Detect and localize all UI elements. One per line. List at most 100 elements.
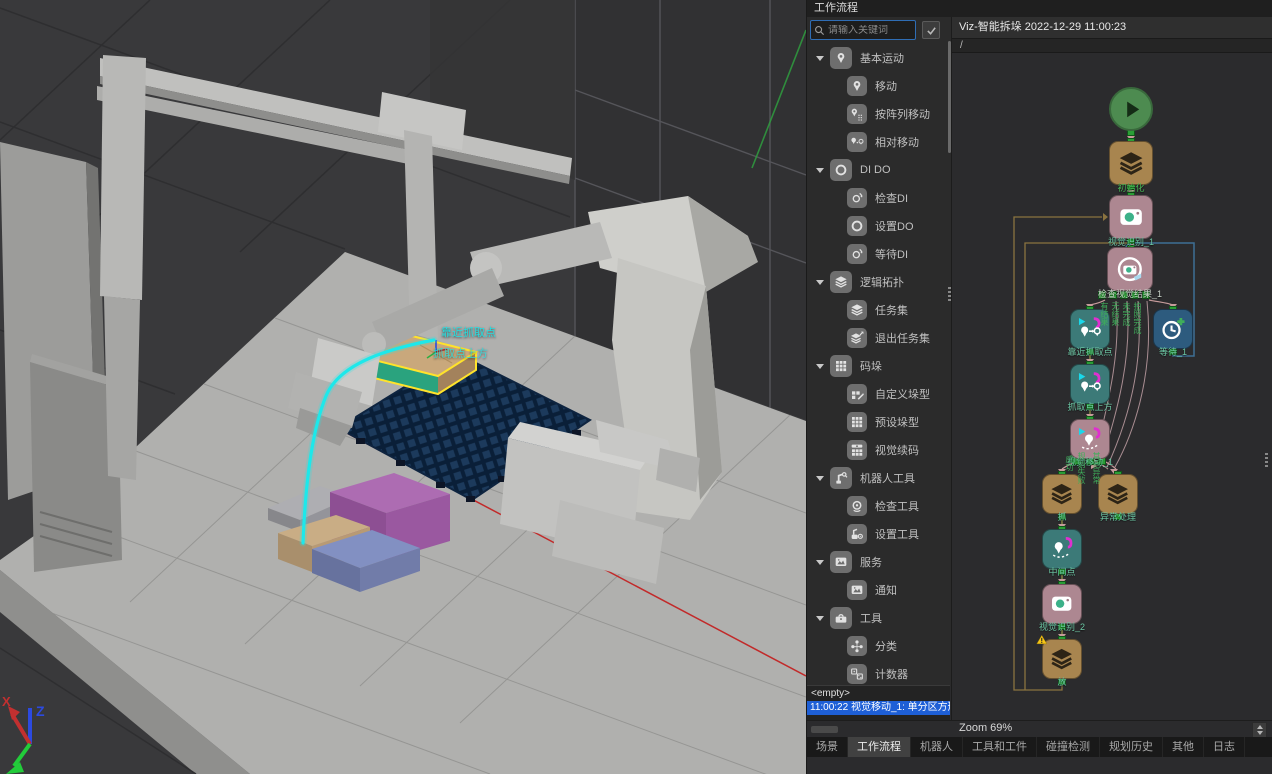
- tree-item[interactable]: 自定义垛型: [807, 380, 948, 408]
- tab-场景[interactable]: 场景: [807, 737, 848, 757]
- collapse-triangle-icon[interactable]: [816, 560, 824, 565]
- tree-item[interactable]: 退出任务集: [807, 324, 948, 352]
- flow-node-mid-point[interactable]: 中间点: [1042, 529, 1082, 569]
- palletv-icon: [847, 440, 867, 460]
- project-title: Viz-智能拆垛 2022-12-29 11:00:23: [952, 17, 1272, 38]
- warning-icon: [1036, 633, 1052, 649]
- application-window: Z X 靠近抓取点抓取点上方 工作流程: [0, 0, 1272, 774]
- tab-碰撞检测[interactable]: 碰撞检测: [1037, 737, 1100, 757]
- tab-规划历史[interactable]: 规划历史: [1100, 737, 1163, 757]
- tree-group[interactable]: 服务: [807, 548, 948, 576]
- palletc-icon: [847, 384, 867, 404]
- tab-其他[interactable]: 其他: [1163, 737, 1204, 757]
- tree-group[interactable]: 码垛: [807, 352, 948, 380]
- flow-node-above-pick[interactable]: 抓取点上方: [1070, 364, 1110, 404]
- tree-group[interactable]: 基本运动: [807, 44, 948, 72]
- collapse-triangle-icon[interactable]: [816, 364, 824, 369]
- tree-item[interactable]: 任务集: [807, 296, 948, 324]
- tree-item-label: 设置DO: [875, 218, 914, 234]
- collapse-triangle-icon[interactable]: [816, 168, 824, 173]
- tree-item-label: 分类: [875, 638, 897, 654]
- counter-icon: [847, 664, 867, 684]
- tree-item[interactable]: 设置工具: [807, 520, 948, 548]
- layers-icon: [830, 271, 852, 293]
- tree-item[interactable]: 预设垛型: [807, 408, 948, 436]
- collapse-triangle-icon[interactable]: [816, 280, 824, 285]
- flowchart-column: Viz-智能拆垛 2022-12-29 11:00:23 /: [951, 17, 1272, 720]
- tree-item-label: 通知: [875, 582, 897, 598]
- flow-node-grab[interactable]: 抓: [1042, 474, 1082, 514]
- tree-item-label: 任务集: [875, 302, 908, 318]
- flow-node-check-vision[interactable]: 检查视觉结果_1: [1107, 247, 1153, 291]
- flow-node-vision-2[interactable]: 视觉识别_2: [1042, 584, 1082, 624]
- flow-node-wait-1[interactable]: 等待_1: [1153, 309, 1193, 349]
- tree-item[interactable]: 相对移动: [807, 128, 948, 156]
- tree-item[interactable]: 检查DI: [807, 184, 948, 212]
- tree-group[interactable]: 工具: [807, 604, 948, 632]
- viewport-3d[interactable]: Z X 靠近抓取点抓取点上方: [0, 0, 806, 774]
- progress-bar: [811, 726, 838, 733]
- splitter-grip-right[interactable]: [1265, 453, 1268, 469]
- tab-日志[interactable]: 日志: [1204, 737, 1245, 757]
- circle-icon: [847, 216, 867, 236]
- layersx-icon: [847, 328, 867, 348]
- tree-item[interactable]: 计数器: [807, 660, 948, 684]
- tree-item-label: 移动: [875, 78, 897, 94]
- pin-icon: [847, 76, 867, 96]
- flow-node-start-button[interactable]: [1109, 87, 1153, 131]
- pingrid-icon: [847, 104, 867, 124]
- tree-item-label: 检查工具: [875, 498, 919, 514]
- log-selected-entry[interactable]: 11:00:22 视觉移动_1: 单分区方形: [807, 701, 950, 715]
- search-input[interactable]: [828, 25, 915, 36]
- tree-group-label: 基本运动: [860, 50, 904, 66]
- tree-item[interactable]: 通知: [807, 576, 948, 604]
- flow-node-label: 视觉识别_2: [1039, 620, 1085, 633]
- collapse-triangle-icon[interactable]: [816, 476, 824, 481]
- flow-node-exception[interactable]: 异常处理: [1098, 474, 1138, 514]
- flow-node-vision-move-1[interactable]: 视觉移动_1: [1070, 419, 1110, 459]
- layers-icon: [847, 300, 867, 320]
- flow-node-place[interactable]: 放: [1042, 639, 1082, 679]
- camera-icon: [1116, 202, 1146, 232]
- collapse-triangle-icon[interactable]: [816, 616, 824, 621]
- tab-工具和工件[interactable]: 工具和工件: [963, 737, 1037, 757]
- tree-item[interactable]: 移动: [807, 72, 948, 100]
- tree-item-label: 预设垛型: [875, 414, 919, 430]
- zoom-stepper[interactable]: [1252, 722, 1267, 738]
- log-empty-entry[interactable]: <empty>: [807, 686, 950, 699]
- step-tree: 基本运动移动按阵列移动相对移动 DI DO 检查DI 设置DO 等待DI逻辑拓扑任务集退…: [807, 42, 948, 684]
- search-filter-checkbox[interactable]: [922, 21, 940, 39]
- zoom-decrease-icon[interactable]: [1257, 731, 1263, 735]
- flow-node-label: 靠近抓取点: [1067, 345, 1112, 358]
- tree-item[interactable]: 按阵列移动: [807, 100, 948, 128]
- tree-item[interactable]: 等待DI: [807, 240, 948, 268]
- tree-item[interactable]: 分类: [807, 632, 948, 660]
- tree-group[interactable]: 逻辑拓扑: [807, 268, 948, 296]
- tree-item[interactable]: 检查工具: [807, 492, 948, 520]
- search-box[interactable]: [810, 20, 916, 40]
- toolbox-icon: [830, 607, 852, 629]
- flow-node-init[interactable]: 初始化: [1109, 141, 1153, 185]
- tree-group[interactable]: 机器人工具: [807, 464, 948, 492]
- tab-工作流程[interactable]: 工作流程: [848, 737, 911, 757]
- move-icon: [1076, 315, 1103, 342]
- bottom-tab-bar: 场景工作流程机器人工具和工件碰撞检测规划历史其他日志: [807, 737, 1272, 757]
- tab-机器人[interactable]: 机器人: [911, 737, 963, 757]
- playtri-icon: [1117, 95, 1146, 124]
- collapse-triangle-icon[interactable]: [816, 56, 824, 61]
- flow-node-vision-1[interactable]: 视觉识别_1: [1109, 195, 1153, 239]
- zoom-increase-icon[interactable]: [1257, 725, 1263, 729]
- flow-node-approach-pick[interactable]: 靠近抓取点: [1070, 309, 1110, 349]
- tree-item[interactable]: 视觉续码: [807, 436, 948, 464]
- flow-node-label: 抓: [1057, 510, 1066, 523]
- breadcrumb[interactable]: /: [952, 38, 1272, 53]
- mid-icon: [1048, 535, 1075, 562]
- flow-node-label: 初始化: [1117, 181, 1144, 194]
- flowchart-canvas[interactable]: 初始化视觉识别_1检查视觉结果_1靠近抓取点等待_1抓取点上方视觉移动_1抓异常…: [952, 53, 1272, 720]
- tree-group-label: DI DO: [860, 164, 891, 176]
- check-icon: [926, 25, 937, 36]
- service-icon: [847, 580, 867, 600]
- step-library-column: 基本运动移动按阵列移动相对移动 DI DO 检查DI 设置DO 等待DI逻辑拓扑任务集退…: [807, 17, 951, 686]
- tree-item[interactable]: 设置DO: [807, 212, 948, 240]
- tree-group[interactable]: DI DO: [807, 156, 948, 184]
